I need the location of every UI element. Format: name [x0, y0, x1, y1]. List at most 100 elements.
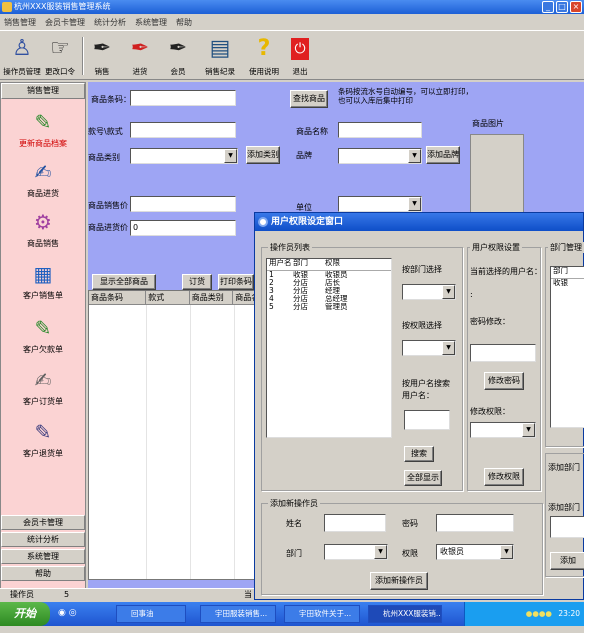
sale-price-input[interactable] — [130, 196, 236, 212]
category-select[interactable]: ▼ — [130, 148, 238, 164]
barcode-input[interactable] — [130, 90, 236, 106]
sidebar-item-stock-in[interactable]: ✍ 商品进货 — [1, 159, 85, 199]
search-button[interactable]: 搜索 — [404, 446, 434, 462]
sidebar-item-sales-order[interactable]: ▦ 客户销售单 — [1, 261, 85, 301]
grid-col-name[interactable]: 商品名 — [233, 291, 255, 304]
perm-filter-select[interactable]: ▼ — [402, 340, 456, 356]
menu-bar: 销售管理 会员卡管理 统计分析 系统管理 帮助 — [0, 14, 584, 30]
chevron-down-icon: ▼ — [374, 545, 387, 559]
app-icon — [2, 2, 12, 12]
new-operator-dept-label: 部门 — [286, 549, 302, 558]
operator-status-label: 操作员 — [10, 590, 34, 599]
add-dept-button[interactable]: 添加 — [550, 552, 584, 570]
user-permission-dialog: 用户权限设定窗口 操作员列表 用户名 部门 权限 1 收银 收银员 2 分店 店长 3分… — [254, 212, 584, 600]
search-product-button[interactable]: 查找商品 — [290, 90, 328, 108]
list-item[interactable]: 5 分店 管理员 — [267, 303, 391, 311]
unit-select[interactable]: ▼ — [338, 196, 422, 212]
toolbar-exit-button[interactable]: ⏻ 退出 — [278, 34, 322, 77]
grid-header: 商品条码 款式 商品类别 商品名 — [89, 291, 255, 305]
operator-list[interactable]: 用户名 部门 权限 1 收银 收银员 2 分店 店长 3 分店 经理 4 分店 总经理 5 分店管… — [266, 258, 392, 438]
menu-sales[interactable]: 销售管理 — [4, 17, 36, 28]
close-button[interactable]: × — [570, 1, 582, 13]
brand-select[interactable]: ▼ — [338, 148, 422, 164]
new-operator-name-input[interactable] — [324, 514, 386, 532]
dept-management-legend: 部门管理 — [548, 242, 584, 253]
product-grid[interactable]: 商品条码 款式 商品类别 商品名 — [88, 290, 256, 580]
menu-member-card[interactable]: 会员卡管理 — [45, 17, 85, 28]
grid-col-style[interactable]: 款式 — [146, 291, 190, 304]
list-item[interactable]: 4 分店 总经理 — [267, 295, 391, 303]
add-brand-button[interactable]: 添加品牌 — [426, 146, 460, 164]
sidebar-item-sales[interactable]: ⚙ 商品销售 — [1, 209, 85, 249]
sidebar-item-return[interactable]: ✎ 客户退货单 — [1, 419, 85, 459]
taskbar-item[interactable]: 回事油 — [116, 605, 186, 623]
sidebar-item-debt[interactable]: ✎ 客户欠款单 — [1, 315, 85, 355]
change-permission-button[interactable]: 修改权限 — [484, 468, 524, 486]
pen-icon: ✒ — [92, 36, 112, 61]
new-password-input[interactable] — [470, 344, 536, 362]
toolbar-password-button[interactable]: ☞ 更改口令 — [38, 34, 82, 77]
taskbar-item[interactable]: 宇田软件关于... — [284, 605, 360, 623]
show-all-button[interactable]: 全部显示 — [404, 470, 442, 486]
username-search-input[interactable] — [404, 410, 450, 430]
sidebar-item-order[interactable]: ✍ 客户订货单 — [1, 367, 85, 407]
menu-system[interactable]: 系统管理 — [135, 17, 167, 28]
window-title-bar[interactable]: 杭州XXX服装销售管理系统 _ □ × — [0, 0, 584, 14]
dept-list[interactable]: 部门 收银 — [550, 266, 584, 428]
tray-icons[interactable]: ●●●● — [526, 609, 552, 618]
product-icon: ✎ — [34, 110, 52, 134]
dialog-title-bar[interactable]: 用户权限设定窗口 — [255, 213, 583, 231]
list-item[interactable]: 收银 — [551, 279, 584, 287]
maximize-button[interactable]: □ — [556, 1, 568, 13]
sidebar-help[interactable]: 帮助 — [1, 566, 85, 581]
red-pen-icon: ✒ — [130, 36, 150, 61]
menu-help[interactable]: 帮助 — [176, 17, 192, 28]
add-category-button[interactable]: 添加类别 — [246, 146, 280, 164]
order-button[interactable]: 订货 — [182, 274, 212, 290]
print-barcode-button[interactable]: 打印条码 — [218, 274, 254, 290]
col-permission: 权限 — [325, 259, 340, 267]
sidebar-statistics[interactable]: 统计分析 — [1, 532, 85, 547]
product-name-input[interactable] — [338, 122, 422, 138]
minimize-button[interactable]: _ — [542, 1, 554, 13]
new-operator-perm-select[interactable]: 收银员 ▼ — [436, 544, 514, 560]
add-dept-input[interactable] — [550, 516, 584, 538]
start-button[interactable]: 开始 — [0, 602, 50, 626]
brand-label: 品牌 — [296, 151, 312, 160]
dept-filter-select[interactable]: ▼ — [402, 284, 456, 300]
list-item[interactable]: 1 收银 收银员 — [267, 271, 391, 279]
menu-statistics[interactable]: 统计分析 — [94, 17, 126, 28]
quicklaunch-icon[interactable]: ◉ ◎ — [58, 608, 77, 618]
change-password-button[interactable]: 修改密码 — [484, 372, 524, 390]
list-item[interactable]: 3 分店 经理 — [267, 287, 391, 295]
sale-price-label: 商品销售价 — [88, 201, 128, 210]
toolbar-member-button[interactable]: ✒ 会员 — [156, 34, 200, 77]
taskbar-item[interactable]: 宇田服装销售... — [200, 605, 276, 623]
new-operator-password-label: 密码 — [402, 519, 418, 528]
cost-price-input[interactable]: 0 — [130, 220, 236, 236]
system-tray: ●●●● 23:20 — [464, 602, 584, 626]
perm-edit-label: 修改权限： — [470, 407, 510, 416]
sidebar-item-product-archive[interactable]: ✎ 更新商品档案 — [1, 109, 85, 149]
toolbar-records-button[interactable]: ▤ 销售纪录 — [198, 34, 242, 77]
new-operator-name-label: 姓名 — [286, 519, 302, 528]
chevron-down-icon: ▼ — [408, 197, 421, 211]
sidebar-system[interactable]: 系统管理 — [1, 549, 85, 564]
style-input[interactable] — [130, 122, 236, 138]
taskbar-item-active[interactable]: 杭州XXX服装销... — [368, 605, 442, 623]
sidebar-header[interactable]: 销售管理 — [1, 83, 85, 99]
grid-col-category[interactable]: 商品类别 — [190, 291, 234, 304]
category-label: 商品类别 — [88, 153, 120, 162]
perm-edit-select[interactable]: ▼ — [470, 422, 536, 438]
chevron-down-icon: ▼ — [408, 149, 421, 163]
list-item[interactable]: 2 分店 店长 — [267, 279, 391, 287]
new-operator-dept-select[interactable]: ▼ — [324, 544, 388, 560]
add-operator-button[interactable]: 添加新操作员 — [370, 572, 428, 590]
sidebar-member-card[interactable]: 会员卡管理 — [1, 515, 85, 530]
dept-management-group: 部门管理 部门 收银 — [545, 242, 584, 447]
grid-col-barcode[interactable]: 商品条码 — [89, 291, 147, 304]
add-dept-name-label: 添加部门 — [548, 503, 580, 512]
chevron-down-icon: ▼ — [442, 285, 455, 299]
new-operator-password-input[interactable] — [436, 514, 514, 532]
show-all-products-button[interactable]: 显示全部商品 — [92, 274, 156, 290]
